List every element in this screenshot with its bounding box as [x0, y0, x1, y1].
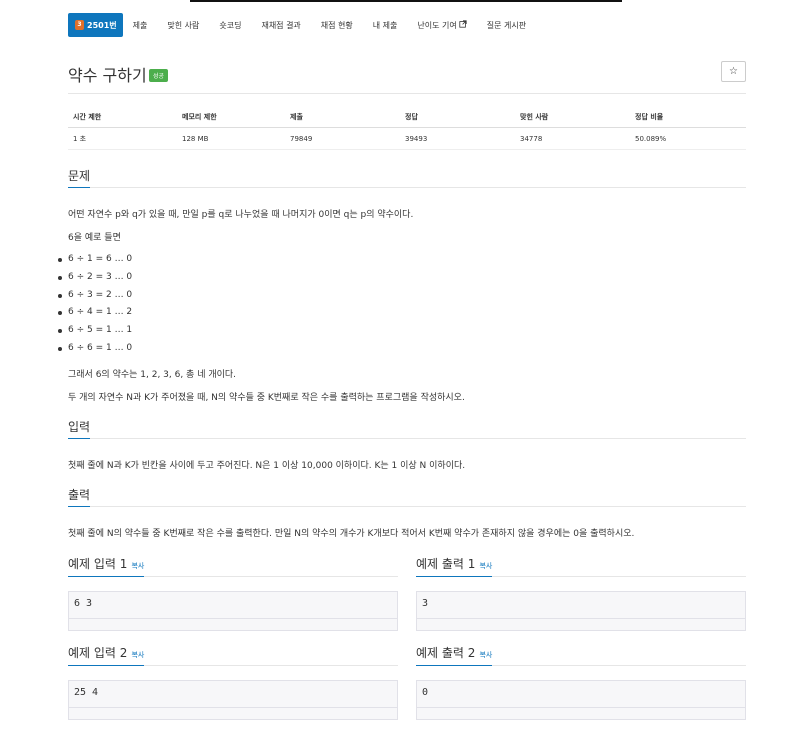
sample-box-divider [417, 707, 745, 708]
sample-input-2-tab: 예제 입력 2 복사 [68, 644, 145, 666]
sample-output-1-value: 3 [422, 598, 429, 609]
tab-problem-label: 2501번 [87, 20, 117, 30]
header-submissions: 제출 [285, 106, 400, 128]
value-solvers: 34778 [515, 127, 630, 150]
sample-input-1-value: 6 3 [74, 598, 93, 609]
sample-output-2-value: 0 [422, 687, 429, 698]
tab-judge-status[interactable]: 채점 현황 [311, 13, 363, 37]
output-heading: 출력 [68, 486, 91, 507]
tier-badge-icon: 3 [75, 20, 84, 30]
problem-title-row: 약수 구하기 성공 ☆ [68, 58, 746, 94]
tab-rejudge-results[interactable]: 재채점 결과 [251, 13, 310, 37]
tab-submit[interactable]: 제출 [123, 13, 158, 37]
description-heading: 문제 [68, 167, 91, 188]
list-item: 6 ÷ 3 = 2 … 0 [58, 289, 132, 307]
external-link-icon [459, 20, 467, 30]
sample-input-2-head: 예제 입력 2 복사 [68, 644, 398, 666]
sample-output-1-box[interactable]: 3 [416, 591, 746, 631]
sample-output-1-tab: 예제 출력 1 복사 [416, 555, 493, 577]
description-paragraph-4: 두 개의 자연수 N과 K가 주어졌을 때, N의 약수들 중 K번째로 작은 … [68, 393, 465, 403]
input-heading: 입력 [68, 418, 91, 439]
tab-question-board[interactable]: 질문 게시판 [477, 13, 536, 37]
info-header-row: 시간 제한 메모리 제한 제출 정답 맞힌 사람 정답 비율 [68, 106, 746, 128]
value-memory-limit: 128 MB [177, 127, 285, 150]
tab-problem[interactable]: 3 2501번 [68, 13, 123, 37]
value-accepted: 39493 [400, 127, 515, 150]
header-solvers: 맞힌 사람 [515, 106, 630, 128]
sample-output-2-tab: 예제 출력 2 복사 [416, 644, 493, 666]
tab-short-coding[interactable]: 숏코딩 [209, 13, 251, 37]
tab-my-submissions[interactable]: 내 제출 [363, 13, 408, 37]
description-paragraph-2: 6을 예로 들면 [68, 233, 121, 243]
description-paragraph-1: 어떤 자연수 p와 q가 있을 때, 만일 p를 q로 나누었을 때 나머지가 … [68, 210, 414, 220]
header-memory-limit: 메모리 제한 [177, 106, 285, 128]
list-item: 6 ÷ 4 = 1 … 2 [58, 306, 132, 324]
input-section-head: 입력 [68, 418, 746, 439]
tab-solvers[interactable]: 맞힌 사람 [157, 13, 209, 37]
favorite-star-button[interactable]: ☆ [721, 61, 746, 82]
sample-output-2-box[interactable]: 0 [416, 680, 746, 720]
status-badge: 성공 [149, 69, 169, 82]
example-division-list: 6 ÷ 1 = 6 … 0 6 ÷ 2 = 3 … 0 6 ÷ 3 = 2 … … [58, 253, 132, 360]
copy-button[interactable]: 복사 [131, 562, 144, 570]
sample-box-divider [69, 707, 397, 708]
value-time-limit: 1 초 [68, 127, 177, 150]
sample-output-1-title: 예제 출력 1 [416, 557, 476, 571]
sample-input-1-tab: 예제 입력 1 복사 [68, 555, 145, 577]
sample-output-1-head: 예제 출력 1 복사 [416, 555, 746, 577]
tab-difficulty-label: 난이도 기여 [417, 20, 457, 30]
top-border [190, 0, 622, 2]
sample-input-1-title: 예제 입력 1 [68, 557, 128, 571]
value-accept-ratio: 50.089% [630, 127, 746, 150]
sample-box-divider [417, 618, 745, 619]
problem-nav-tabs: 3 2501번 제출 맞힌 사람 숏코딩 재채점 결과 채점 현황 내 제출 난… [68, 12, 746, 38]
problem-title: 약수 구하기 [68, 66, 147, 85]
sample-output-2-head: 예제 출력 2 복사 [416, 644, 746, 666]
sample-box-divider [69, 618, 397, 619]
header-accept-ratio: 정답 비율 [630, 106, 746, 128]
header-time-limit: 시간 제한 [68, 106, 177, 128]
list-item: 6 ÷ 6 = 1 … 0 [58, 342, 132, 360]
description-section-head: 문제 [68, 167, 746, 188]
sample-input-2-box[interactable]: 25 4 [68, 680, 398, 720]
sample-input-2-value: 25 4 [74, 687, 99, 698]
sample-output-2-title: 예제 출력 2 [416, 646, 476, 660]
input-description: 첫째 줄에 N과 K가 빈칸을 사이에 두고 주어진다. N은 1 이상 10,… [68, 461, 466, 471]
star-icon: ☆ [729, 66, 738, 77]
sample-input-1-head: 예제 입력 1 복사 [68, 555, 398, 577]
output-description: 첫째 줄에 N의 약수들 중 K번째로 작은 수를 출력한다. 만일 N의 약수… [68, 529, 635, 539]
list-item: 6 ÷ 2 = 3 … 0 [58, 271, 132, 289]
copy-button[interactable]: 복사 [131, 651, 144, 659]
tab-difficulty-contribution[interactable]: 난이도 기여 [407, 13, 476, 37]
problem-info-table: 시간 제한 메모리 제한 제출 정답 맞힌 사람 정답 비율 1 초 128 M… [68, 106, 746, 150]
copy-button[interactable]: 복사 [479, 651, 492, 659]
list-item: 6 ÷ 5 = 1 … 1 [58, 324, 132, 342]
value-submissions: 79849 [285, 127, 400, 150]
copy-button[interactable]: 복사 [479, 562, 492, 570]
list-item: 6 ÷ 1 = 6 … 0 [58, 253, 132, 271]
info-value-row: 1 초 128 MB 79849 39493 34778 50.089% [68, 127, 746, 150]
description-paragraph-3: 그래서 6의 약수는 1, 2, 3, 6, 총 네 개이다. [68, 370, 237, 380]
output-section-head: 출력 [68, 486, 746, 507]
sample-input-2-title: 예제 입력 2 [68, 646, 128, 660]
header-accepted: 정답 [400, 106, 515, 128]
sample-input-1-box[interactable]: 6 3 [68, 591, 398, 631]
